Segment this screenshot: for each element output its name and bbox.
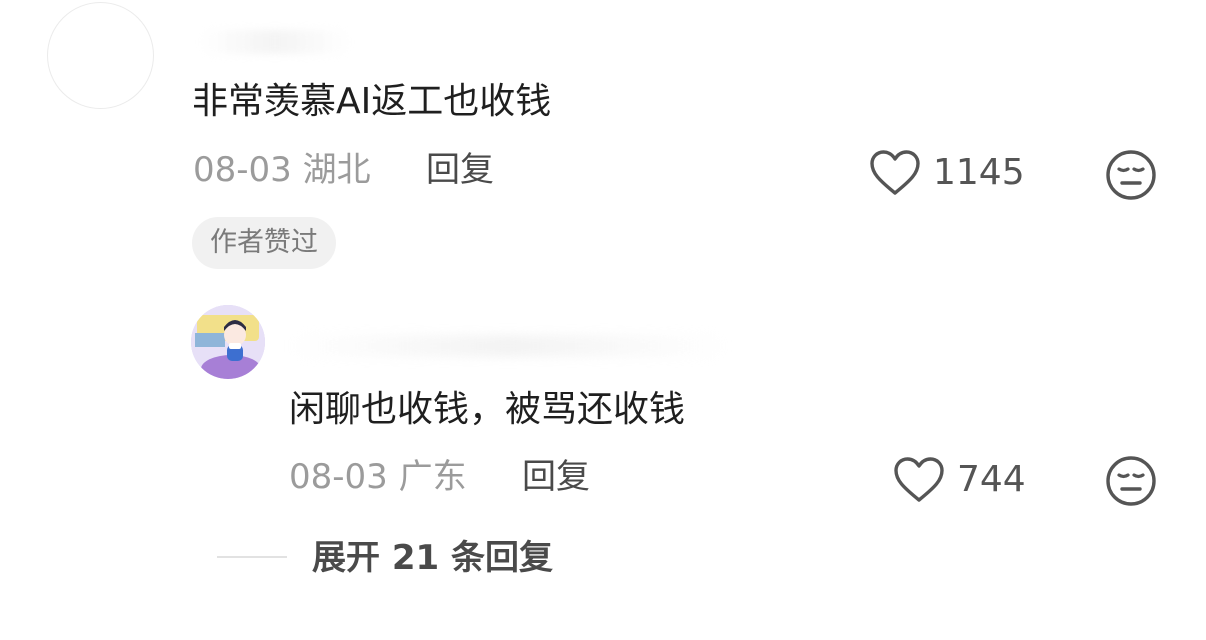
- comment-like-count: 1145: [933, 152, 1025, 193]
- comment-date: 08-03: [193, 150, 292, 190]
- comment-meta: 08-03 湖北: [193, 150, 371, 190]
- reply-reply-button[interactable]: 回复: [522, 457, 590, 497]
- meh-face-icon: [1106, 150, 1156, 200]
- reply-location: 广东: [398, 457, 467, 497]
- reply-avatar[interactable]: [191, 305, 265, 379]
- comment-like-button[interactable]: [869, 149, 921, 197]
- expand-divider: [217, 556, 287, 558]
- reply-text: 闲聊也收钱，被骂还收钱: [289, 389, 686, 430]
- heart-outline-icon: [870, 150, 920, 195]
- comment-reply-button[interactable]: 回复: [426, 150, 494, 190]
- meh-face-icon: [1106, 456, 1156, 506]
- reply-meta: 08-03 广东: [289, 457, 467, 497]
- heart-outline-icon: [894, 457, 944, 502]
- reply-like-count: 744: [957, 459, 1026, 500]
- commenter-name-obscured: [200, 30, 350, 54]
- comment-location: 湖北: [302, 150, 371, 190]
- reply-date: 08-03: [289, 457, 388, 497]
- comment-dislike-button[interactable]: [1105, 149, 1157, 201]
- cartoon-avatar-icon: [191, 305, 265, 379]
- author-liked-badge: 作者赞过: [192, 217, 336, 269]
- reply-name-obscured: [288, 335, 728, 357]
- comment-text: 非常羡慕AI返工也收钱: [192, 81, 552, 122]
- expand-replies-button[interactable]: 展开 21 条回复: [312, 538, 553, 578]
- reply-like-button[interactable]: [893, 456, 945, 504]
- reply-dislike-button[interactable]: [1105, 455, 1157, 507]
- commenter-avatar[interactable]: [47, 2, 154, 109]
